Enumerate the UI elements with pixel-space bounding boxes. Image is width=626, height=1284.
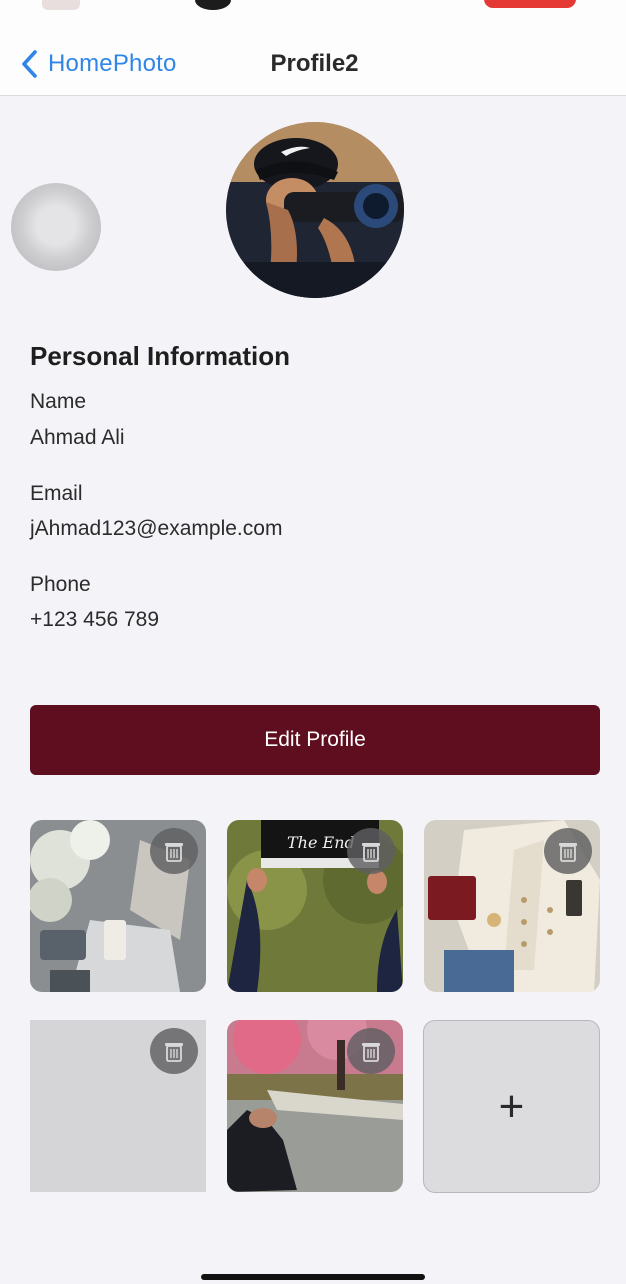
email-label: Email bbox=[30, 482, 83, 505]
email-value: jAhmad123@example.com bbox=[30, 517, 283, 540]
phone-label: Phone bbox=[30, 573, 91, 596]
status-bar bbox=[0, 0, 626, 14]
page-title: Profile2 bbox=[270, 50, 359, 77]
gallery-photo-5[interactable] bbox=[227, 1020, 403, 1192]
trash-icon bbox=[362, 1043, 380, 1062]
avatar[interactable] bbox=[226, 122, 404, 298]
trash-icon bbox=[165, 1043, 183, 1062]
status-app-icon bbox=[42, 0, 80, 10]
plus-icon: + bbox=[498, 1081, 525, 1131]
delete-photo-button[interactable] bbox=[347, 828, 395, 874]
delete-photo-button[interactable] bbox=[544, 828, 592, 874]
navigation-bar: HomePhoto Profile2 bbox=[0, 14, 626, 96]
delete-photo-button[interactable] bbox=[347, 1028, 395, 1074]
phone-value: +123 456 789 bbox=[30, 608, 160, 631]
section-title: Personal Information bbox=[30, 341, 291, 371]
clapper-text: The End bbox=[287, 833, 355, 852]
gallery-photo-2[interactable]: The End bbox=[227, 820, 403, 992]
name-label: Name bbox=[30, 390, 87, 413]
home-indicator[interactable] bbox=[201, 1274, 425, 1280]
gallery-photo-4-placeholder[interactable] bbox=[30, 1020, 206, 1192]
trash-icon bbox=[362, 843, 380, 862]
floating-assistive-button[interactable] bbox=[11, 183, 101, 271]
gallery-photo-3[interactable] bbox=[424, 820, 600, 992]
delete-photo-button[interactable] bbox=[150, 828, 198, 874]
trash-icon bbox=[165, 843, 183, 862]
name-value: Ahmad Ali bbox=[30, 426, 125, 449]
delete-photo-button[interactable] bbox=[150, 1028, 198, 1074]
add-photo-button[interactable]: + bbox=[423, 1020, 600, 1193]
gallery-photo-1[interactable] bbox=[30, 820, 206, 992]
status-camera-dot bbox=[195, 0, 231, 10]
status-recording-indicator bbox=[484, 0, 576, 8]
avatar-photo bbox=[226, 122, 404, 298]
edit-profile-button[interactable]: Edit Profile bbox=[30, 705, 600, 775]
trash-icon bbox=[559, 843, 577, 862]
